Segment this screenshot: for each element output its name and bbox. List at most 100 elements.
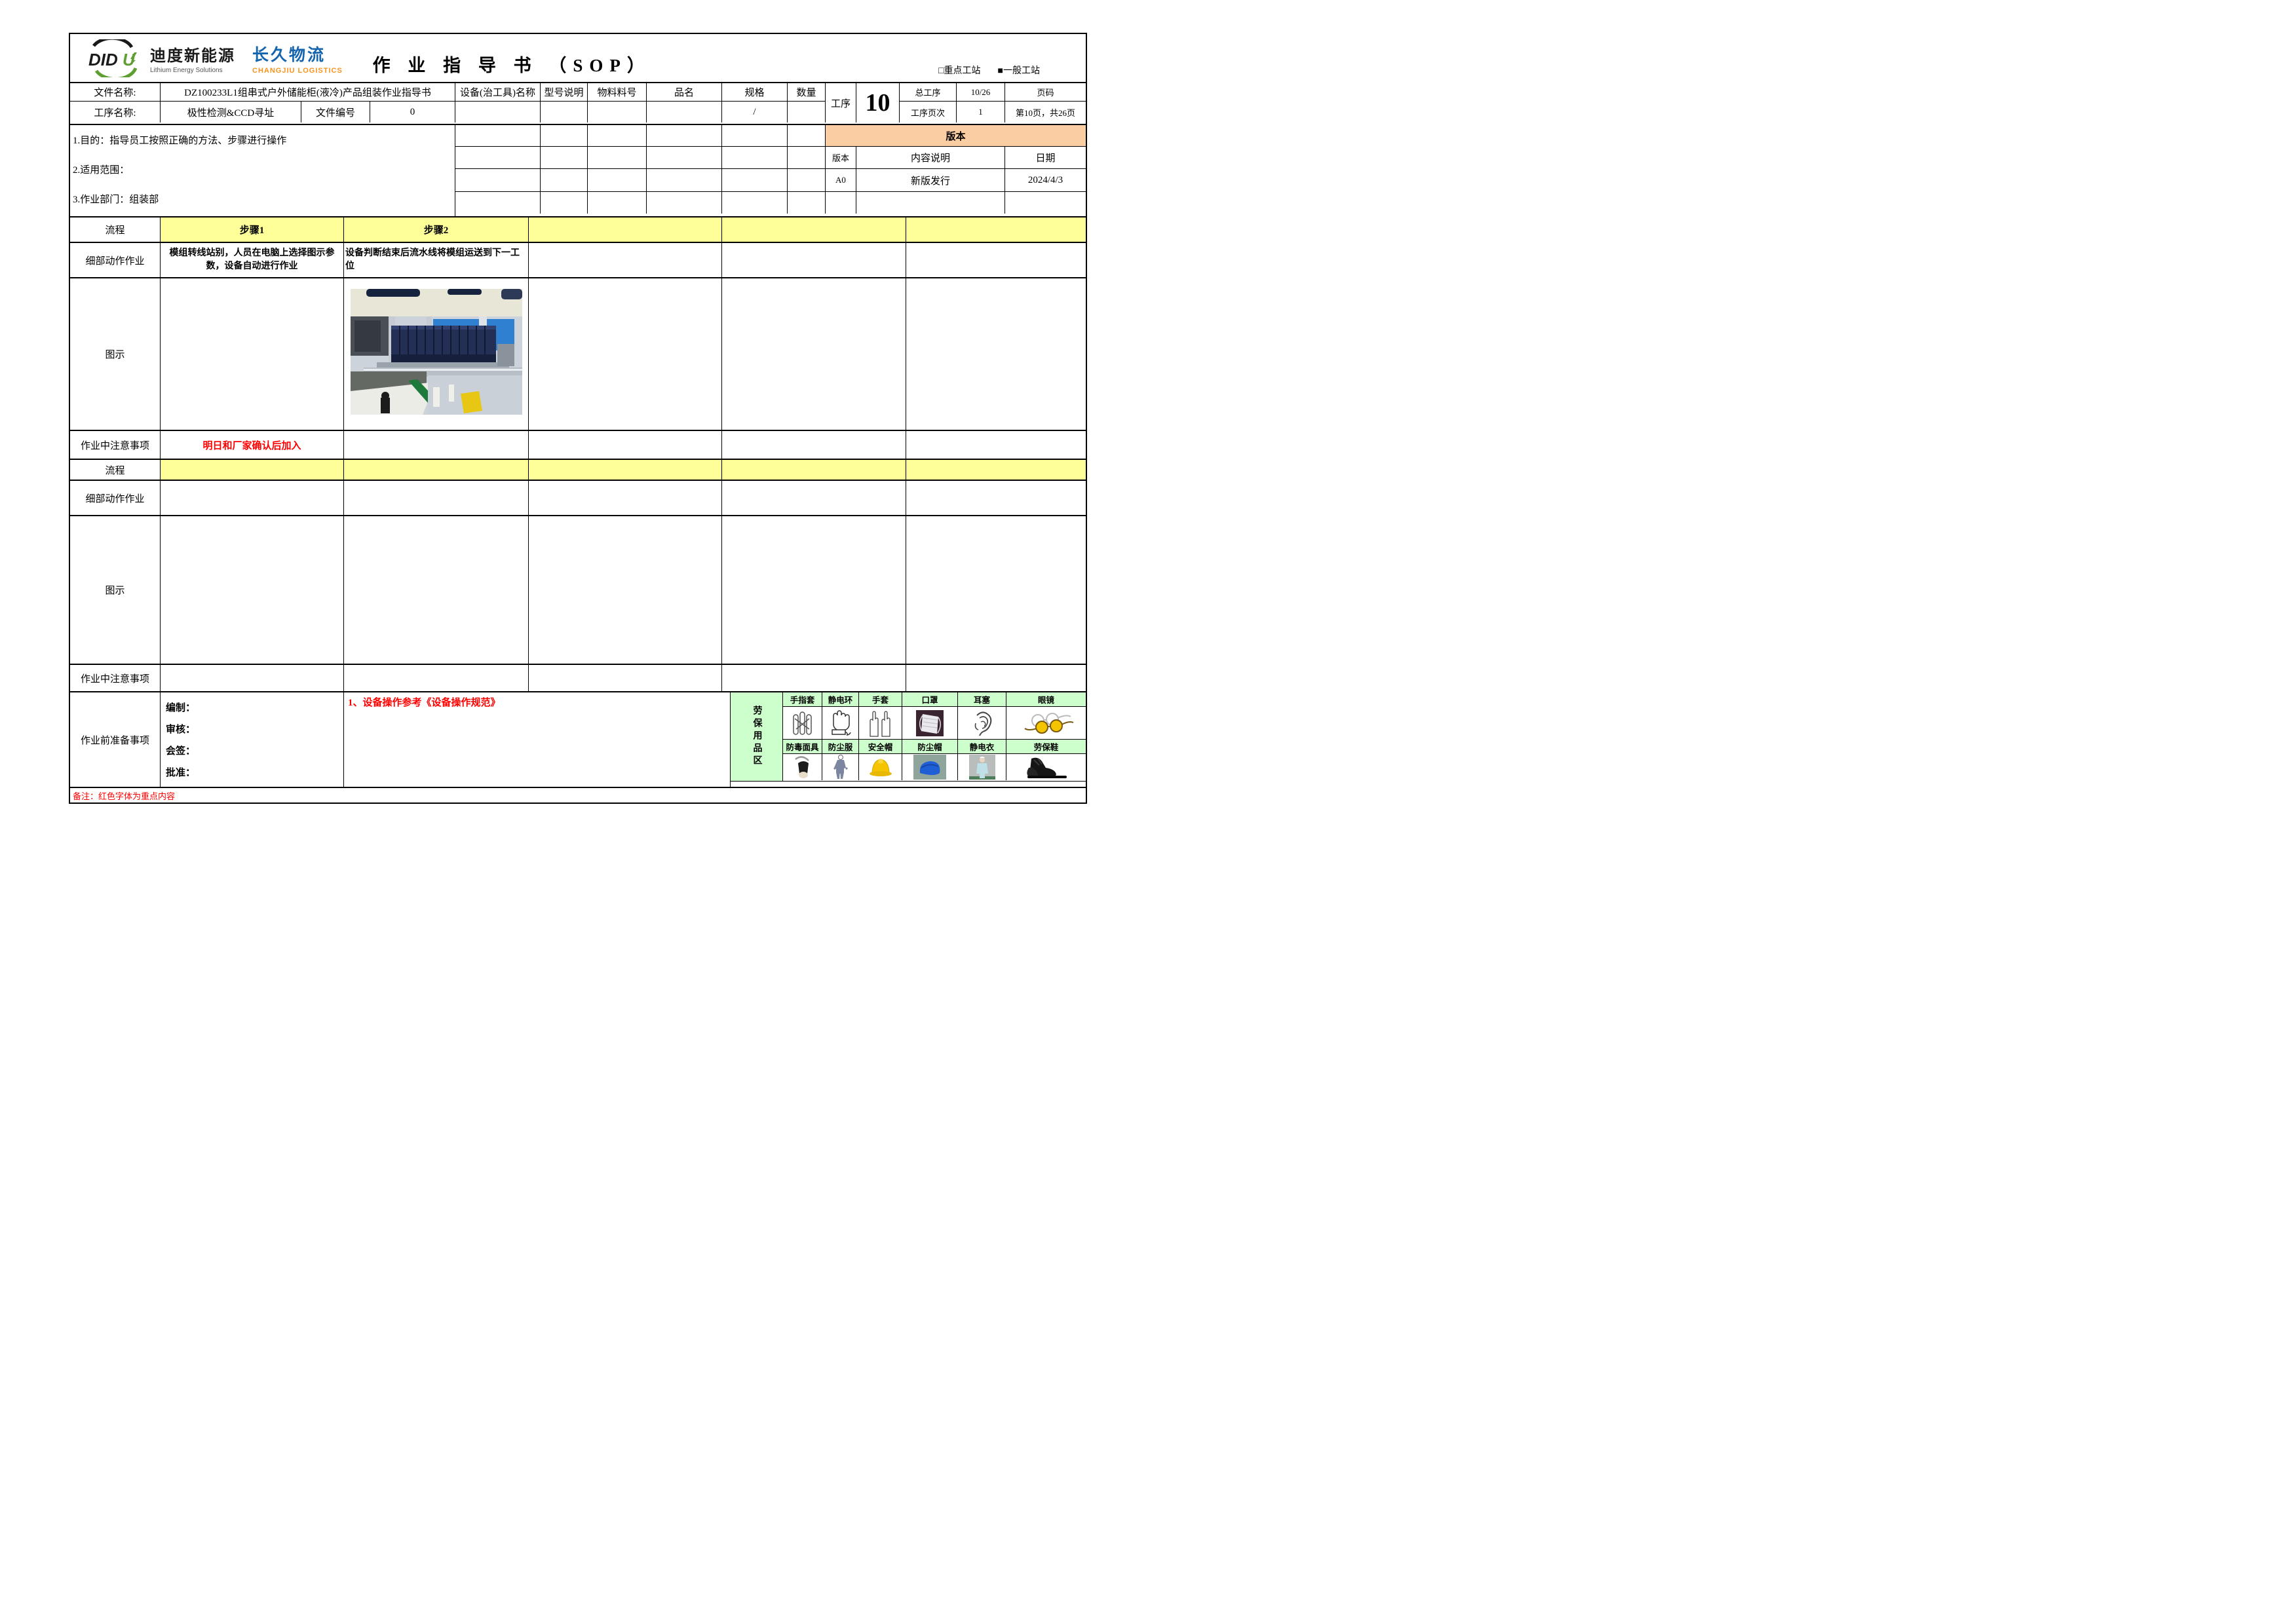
desc-col-header: 内容说明 — [856, 147, 1005, 168]
diagram-label: 图示 — [70, 516, 161, 664]
title-band: DID U 迪度新能源 Lithium Energy Solutions 长久物… — [70, 34, 1086, 83]
caution-label: 作业中注意事项 — [70, 665, 161, 691]
empty-cell — [722, 217, 906, 242]
empty-cell — [455, 147, 541, 168]
ppe-header: 耳塞 — [958, 692, 1006, 706]
empty-cell — [788, 102, 826, 123]
empty-cell — [906, 278, 1086, 430]
purpose-version-band: 1.目的：指导员工按照正确的方法、步骤进行操作 2.适用范围： 3.作业部门：组… — [70, 125, 1086, 217]
empty-cell — [529, 278, 722, 430]
empty-cell — [529, 516, 722, 664]
version-row-empty — [826, 192, 1086, 214]
empty-cell — [722, 460, 906, 480]
empty-cell — [788, 192, 826, 214]
empty-cell — [529, 460, 722, 480]
caution-row-2: 作业中注意事项 — [70, 665, 1086, 692]
ppe-icon-cell — [1006, 754, 1086, 780]
checkbox-key-station: □重点工站 — [938, 65, 981, 75]
dust-suit-icon — [833, 755, 848, 779]
doc-no-value: 0 — [370, 102, 455, 123]
ear-plugs-icon — [974, 711, 991, 736]
col-equipment-name: 设备(治工具)名称 — [455, 83, 541, 102]
ppe-header: 口罩 — [902, 692, 958, 706]
empty-cell — [722, 481, 906, 515]
col-material-no: 物料料号 — [588, 83, 647, 102]
empty-cell — [344, 431, 529, 459]
process-label: 工序 — [826, 83, 856, 123]
didu-logo-text: 迪度新能源 Lithium Energy Solutions — [150, 43, 235, 74]
ppe-icon-cell — [902, 754, 958, 780]
empty-cell — [788, 125, 826, 146]
sop-page: DID U 迪度新能源 Lithium Energy Solutions 长久物… — [0, 0, 1148, 812]
version-block: 版本 版本 内容说明 日期 A0 新版发行 2024/4/3 — [826, 125, 1086, 216]
empty-cell — [722, 665, 906, 691]
diagram-row-1: 图示 — [70, 278, 1086, 431]
didu-tagline: Lithium Energy Solutions — [150, 67, 223, 74]
changjiu-name: 长久物流 — [252, 46, 326, 64]
svg-text:DID: DID — [88, 50, 118, 69]
finger-cots-icon — [792, 711, 812, 735]
empty-cell — [541, 192, 588, 214]
prep-row: 作业前准备事项 编制： 审核： 会签： 批准： 1、设备操作参考《设备操作规范》… — [70, 692, 1086, 788]
empty-cell — [529, 481, 722, 515]
purpose-block: 1.目的：指导员工按照正确的方法、步骤进行操作 2.适用范围： 3.作业部门：组… — [70, 125, 455, 216]
ppe-header: 防毒面具 — [783, 740, 822, 753]
ppe-area-label: 劳保用品区 — [731, 692, 783, 781]
ppe-icon-cell — [859, 707, 902, 739]
info-header: 文件名称: 工序名称: DZ100233L1组串式户外储能柜(液冷)产品组装作业… — [70, 83, 1086, 125]
empty-cell — [161, 460, 344, 480]
signature-block: 编制： 审核： 会签： 批准： — [161, 692, 344, 787]
doc-no-label: 文件编号 — [301, 102, 370, 123]
empty-cell — [161, 516, 344, 664]
version-value: A0 — [826, 169, 856, 191]
empty-cell — [455, 192, 541, 214]
version-desc: 新版发行 — [856, 169, 1005, 191]
empty-cell — [455, 169, 541, 191]
empty-cell — [541, 102, 588, 123]
empty-cell — [529, 431, 722, 459]
ppe-grid: 手指套 静电环 手套 口罩 耳塞 眼镜 防毒面具 防尘服 安全帽 防尘帽 静电衣… — [783, 692, 1086, 781]
caution-label: 作业中注意事项 — [70, 431, 161, 459]
ppe-icon-cell — [859, 754, 902, 780]
diagram-cell-step2 — [344, 278, 529, 430]
empty-cell — [588, 147, 647, 168]
flow-row-1: 流程 步骤1 步骤2 — [70, 217, 1086, 243]
approved-by-label: 批准： — [166, 768, 196, 778]
page-info: 第10页，共26页 — [1015, 107, 1075, 118]
empty-cell — [455, 125, 541, 146]
empty-cell — [344, 460, 529, 480]
empty-cell — [344, 516, 529, 664]
total-process-value: 10/26 — [957, 83, 1005, 102]
changjiu-logo: 长久物流 CHANGJIU LOGISTICS — [252, 42, 343, 75]
empty-cell — [455, 102, 541, 123]
empty-cell — [722, 431, 906, 459]
version-col-header: 版本 — [826, 147, 856, 168]
empty-strip — [731, 782, 1086, 785]
page-title: 作 业 指 导 书 （SOP） — [372, 56, 651, 75]
logo-group: DID U 迪度新能源 Lithium Energy Solutions 长久物… — [85, 39, 343, 77]
safety-shoes-icon — [1026, 757, 1067, 778]
dust-cap-icon — [913, 755, 946, 780]
process-page-label: 工序页次 — [900, 102, 957, 123]
detail-step2: 设备判断结束后流水线将模组运送到下一工位 — [344, 243, 529, 277]
purpose-line: 1.目的：指导员工按照正确的方法、步骤进行操作 — [73, 136, 287, 146]
department-line: 3.作业部门：组装部 — [73, 195, 159, 205]
detail-row-1: 细部动作作业 模组转线站别，人员在电脑上选择图示参数，设备自动进行作业 设备判断… — [70, 243, 1086, 278]
empty-cell — [788, 169, 826, 191]
detail-label: 细部动作作业 — [70, 243, 161, 277]
empty-cell — [161, 278, 344, 430]
sop-sheet: DID U 迪度新能源 Lithium Energy Solutions 长久物… — [69, 33, 1087, 804]
detail-row-2: 细部动作作业 — [70, 481, 1086, 516]
empty-cell — [647, 125, 722, 146]
prepared-by-label: 编制： — [166, 703, 196, 713]
ppe-icon-cell — [1006, 707, 1086, 739]
detail-step1: 模组转线站别，人员在电脑上选择图示参数，设备自动进行作业 — [161, 243, 344, 277]
ppe-header: 眼镜 — [1006, 692, 1086, 706]
footer-note-row: 备注：红色字体为重点内容 — [70, 788, 1086, 803]
ppe-header: 防尘服 — [822, 740, 859, 753]
spec-value: / — [722, 102, 788, 123]
didu-logo-mark: DID U — [88, 39, 138, 77]
respirator-icon — [794, 756, 809, 778]
version-date: 2024/4/3 — [1027, 174, 1063, 185]
station-photo — [350, 289, 522, 415]
